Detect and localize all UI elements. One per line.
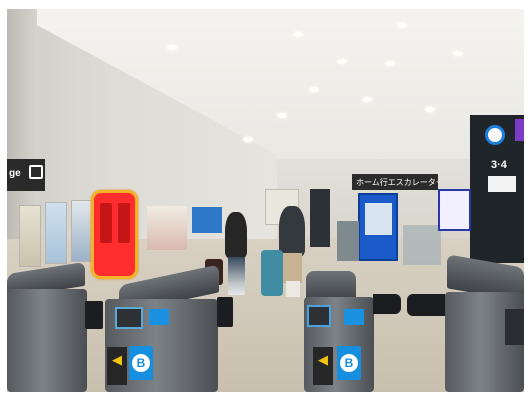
wall-sign-text: ge [9,168,21,179]
ceiling-light [385,61,395,66]
shop-counter [147,206,187,250]
wall-poster [71,200,93,262]
ceiling-light [453,51,463,56]
gate-flap [407,294,445,316]
traveler-legs [286,281,300,297]
traveler-man [279,206,305,258]
gate-b-badge: B [129,346,153,380]
gate-side-panel [505,309,524,345]
ceiling-light [277,113,287,118]
glass-barrier [337,221,359,261]
ceiling-light [309,87,319,92]
card-reader[interactable] [307,305,331,327]
info-poster [438,189,471,231]
escalator-sign: ホーム行エスカレーター [352,174,438,190]
wall-poster [45,202,67,264]
sign-pictogram-icon [29,165,43,179]
kiosk-screen [365,203,392,235]
arrow-indicator-icon: ◀ [313,347,333,385]
gate-b-badge: B [337,346,361,380]
ceiling-light [243,137,253,142]
teal-suitcase [261,250,283,296]
wall-direction-sign: ge [7,159,45,191]
gate-flap [373,294,401,314]
gate-flap [85,301,103,329]
b-icon: B [132,354,150,372]
distant-machine [310,189,330,247]
traveler-legs [228,257,245,295]
left-ticket-gate [7,289,87,392]
gate-flap [217,297,233,327]
ceiling-light [397,23,407,28]
arrow-indicator-icon: ◀ [107,347,127,385]
gate-display [344,309,364,325]
ceiling-light [167,45,177,50]
vending-slot [100,203,112,243]
ticket-kiosk[interactable] [358,193,398,261]
ceiling-light [337,59,347,64]
vending-slot [118,203,130,243]
distant-blue-sign [192,207,222,233]
station-photo: ge ホーム行エスカレーター 3·4 ◀ B ◀ B [7,9,524,392]
platform-number: 3·4 [491,159,507,171]
wall-poster [19,205,41,267]
ceiling-light [293,32,303,37]
ceiling-light [362,97,372,102]
traveler-woman [225,212,247,260]
platform-label [488,176,516,192]
clock-icon [485,125,505,145]
highlighted-vending-machine[interactable] [91,190,138,279]
card-reader[interactable] [115,307,143,329]
ceiling-light [425,107,435,112]
gate-display [149,309,169,325]
glass-barrier [403,225,441,265]
escalator-sign-text: ホーム行エスカレーター [356,178,438,187]
traveler-shorts [282,253,302,283]
b-icon: B [340,354,358,372]
purple-sign [515,119,524,141]
